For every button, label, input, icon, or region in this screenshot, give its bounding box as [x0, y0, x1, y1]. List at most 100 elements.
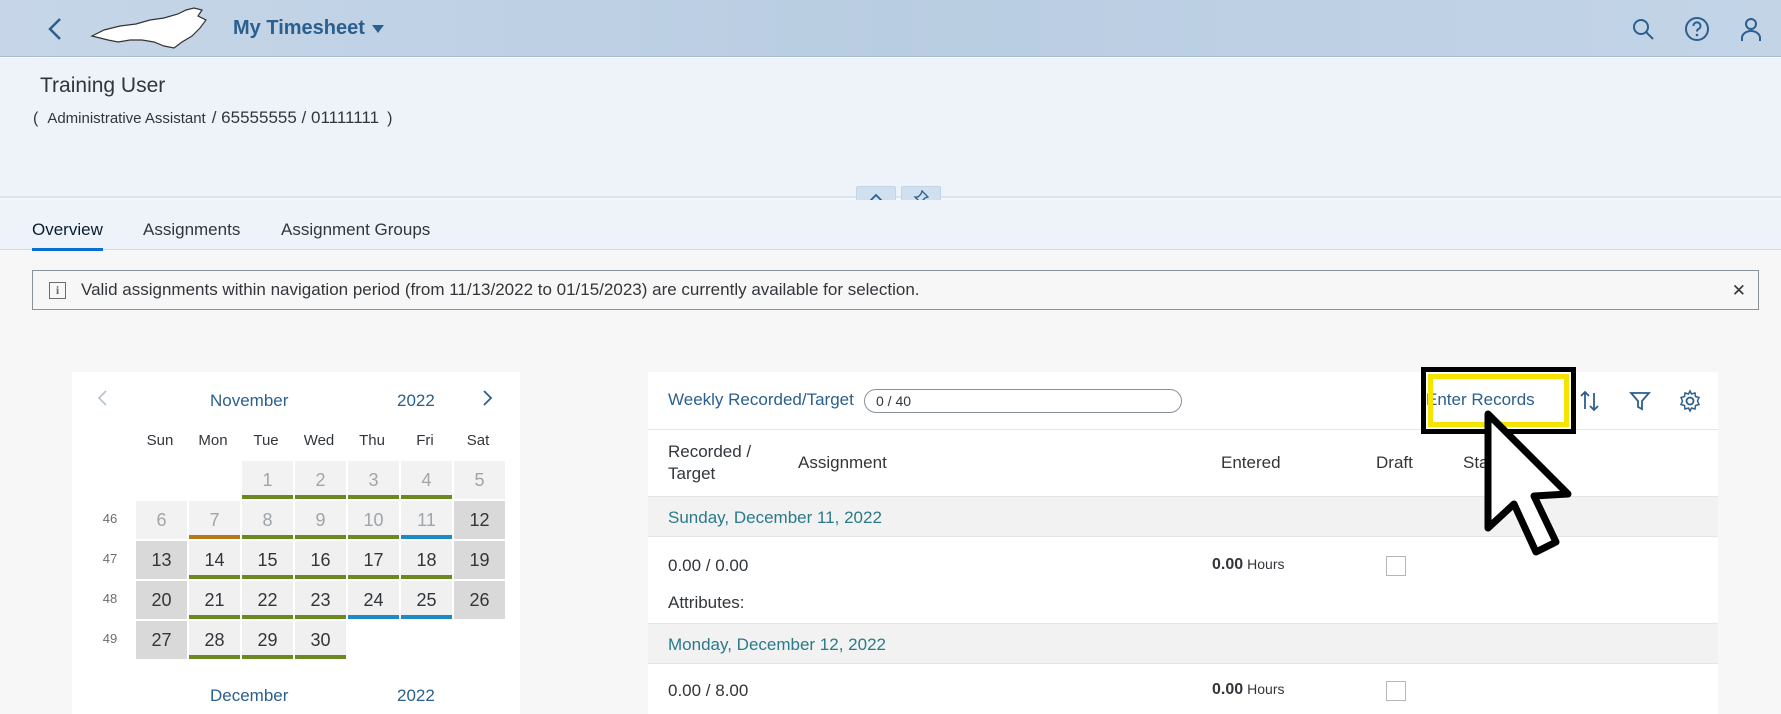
state-logo [90, 7, 207, 49]
calendar-day[interactable]: 7 [189, 501, 240, 539]
calendar-next-month[interactable]: December [210, 686, 288, 706]
caret-down-icon [371, 24, 384, 33]
settings-gear-icon[interactable] [1678, 389, 1702, 413]
draft-checkbox[interactable] [1386, 556, 1406, 576]
status-bar [189, 615, 240, 619]
calendar-day[interactable]: 1 [242, 461, 293, 499]
calendar-month[interactable]: November [210, 391, 288, 411]
calendar-day[interactable]: 19 [454, 541, 505, 579]
previous-month-icon[interactable] [96, 388, 110, 408]
status-bar [401, 615, 452, 619]
calendar-day[interactable]: 2 [295, 461, 346, 499]
paren-open: ( [33, 110, 39, 127]
employee-details: ( Administrative Assistant / 65555555 / … [33, 108, 392, 128]
weekday-header: Fri [416, 432, 434, 449]
status-bar [348, 495, 399, 499]
calendar-day[interactable]: 11 [401, 501, 452, 539]
next-month-icon[interactable] [480, 388, 494, 408]
table-row[interactable]: 0.00 / 8.00 0.00 Hours [648, 664, 1718, 714]
calendar-day[interactable]: 27 [136, 621, 187, 659]
tab-overview[interactable]: Overview [32, 220, 103, 251]
status-bar [401, 575, 452, 579]
status-bar [242, 575, 293, 579]
calendar-day[interactable]: 29 [242, 621, 293, 659]
calendar-day[interactable]: 25 [401, 581, 452, 619]
weekday-header: Thu [359, 432, 385, 449]
calendar-day[interactable]: 22 [242, 581, 293, 619]
status-bar [189, 655, 240, 659]
mouse-pointer-icon [1484, 410, 1572, 556]
week-number: 48 [102, 591, 118, 606]
status-bar [401, 535, 452, 539]
calendar-day[interactable]: 12 [454, 501, 505, 539]
calendar-day[interactable]: 23 [295, 581, 346, 619]
tab-assignment-groups[interactable]: Assignment Groups [281, 220, 430, 240]
close-message-icon[interactable]: ✕ [1732, 281, 1746, 301]
back-arrow-icon[interactable] [44, 16, 68, 42]
calendar-day[interactable]: 10 [348, 501, 399, 539]
week-number: 47 [102, 551, 118, 566]
weekday-header: Mon [198, 432, 228, 449]
calendar-day[interactable]: 18 [401, 541, 452, 579]
filter-icon[interactable] [1628, 389, 1652, 413]
employee-name: Training User [40, 74, 166, 97]
calendar-day[interactable]: 30 [295, 621, 346, 659]
column-target: Target [668, 464, 716, 483]
entered-hours: 0.00 Hours [1212, 556, 1285, 573]
object-header: Training User ( Administrative Assistant… [0, 58, 1781, 198]
draft-checkbox[interactable] [1386, 681, 1406, 701]
tab-assignments[interactable]: Assignments [143, 220, 240, 240]
tab-bar: Overview Assignments Assignment Groups [0, 200, 1781, 251]
calendar-day[interactable]: 4 [401, 461, 452, 499]
app-title-menu[interactable]: My Timesheet [233, 17, 384, 40]
message-text: Valid assignments within navigation peri… [81, 280, 920, 299]
calendar-day[interactable]: 17 [348, 541, 399, 579]
calendar-day[interactable]: 15 [242, 541, 293, 579]
recorded-target-value: 0.00 / 0.00 [668, 556, 749, 575]
weekday-header: Tue [253, 432, 279, 449]
column-assignment: Assignment [798, 453, 887, 472]
search-icon[interactable] [1630, 16, 1656, 42]
help-icon[interactable] [1684, 16, 1710, 42]
status-bar [295, 495, 346, 499]
status-bar [295, 615, 346, 619]
status-bar [242, 655, 293, 659]
calendar-day[interactable]: 24 [348, 581, 399, 619]
user-profile-icon[interactable] [1738, 16, 1764, 42]
calendar-day[interactable]: 8 [242, 501, 293, 539]
week-number: 46 [102, 511, 118, 526]
paren-close: ) [387, 110, 393, 127]
calendar-day[interactable]: 3 [348, 461, 399, 499]
sort-icon[interactable] [1578, 389, 1602, 413]
status-bar [295, 575, 346, 579]
calendar-day[interactable]: 21 [189, 581, 240, 619]
status-bar [401, 495, 452, 499]
calendar: November 2022 Sun Mon Tue Wed Thu Fri Sa… [72, 372, 520, 714]
weekly-progress-indicator: 0 / 40 [864, 389, 1182, 413]
calendar-day[interactable]: 6 [136, 501, 187, 539]
column-draft: Draft [1376, 453, 1413, 472]
weekday-header: Sun [146, 432, 174, 449]
status-bar [189, 535, 240, 539]
calendar-day[interactable]: 16 [295, 541, 346, 579]
calendar-day[interactable]: 28 [189, 621, 240, 659]
status-bar [348, 575, 399, 579]
calendar-day[interactable]: 13 [136, 541, 187, 579]
shell-bar: My Timesheet [0, 0, 1781, 57]
calendar-day[interactable]: 26 [454, 581, 505, 619]
status-bar [348, 535, 399, 539]
calendar-day[interactable]: 5 [454, 461, 505, 499]
date-group-header: Monday, December 12, 2022 [648, 623, 1718, 664]
calendar-day[interactable]: 9 [295, 501, 346, 539]
status-bar [242, 495, 293, 499]
calendar-day[interactable]: 14 [189, 541, 240, 579]
employee-role: Administrative Assistant [47, 110, 206, 127]
message-strip: i Valid assignments within navigation pe… [32, 270, 1759, 310]
weekly-recorded-label: Weekly Recorded/Target [668, 390, 854, 409]
calendar-year[interactable]: 2022 [397, 391, 435, 411]
column-recorded: Recorded / [668, 442, 752, 461]
weekday-header: Wed [303, 432, 335, 449]
calendar-day[interactable]: 20 [136, 581, 187, 619]
calendar-next-year[interactable]: 2022 [397, 686, 435, 706]
status-bar [189, 575, 240, 579]
